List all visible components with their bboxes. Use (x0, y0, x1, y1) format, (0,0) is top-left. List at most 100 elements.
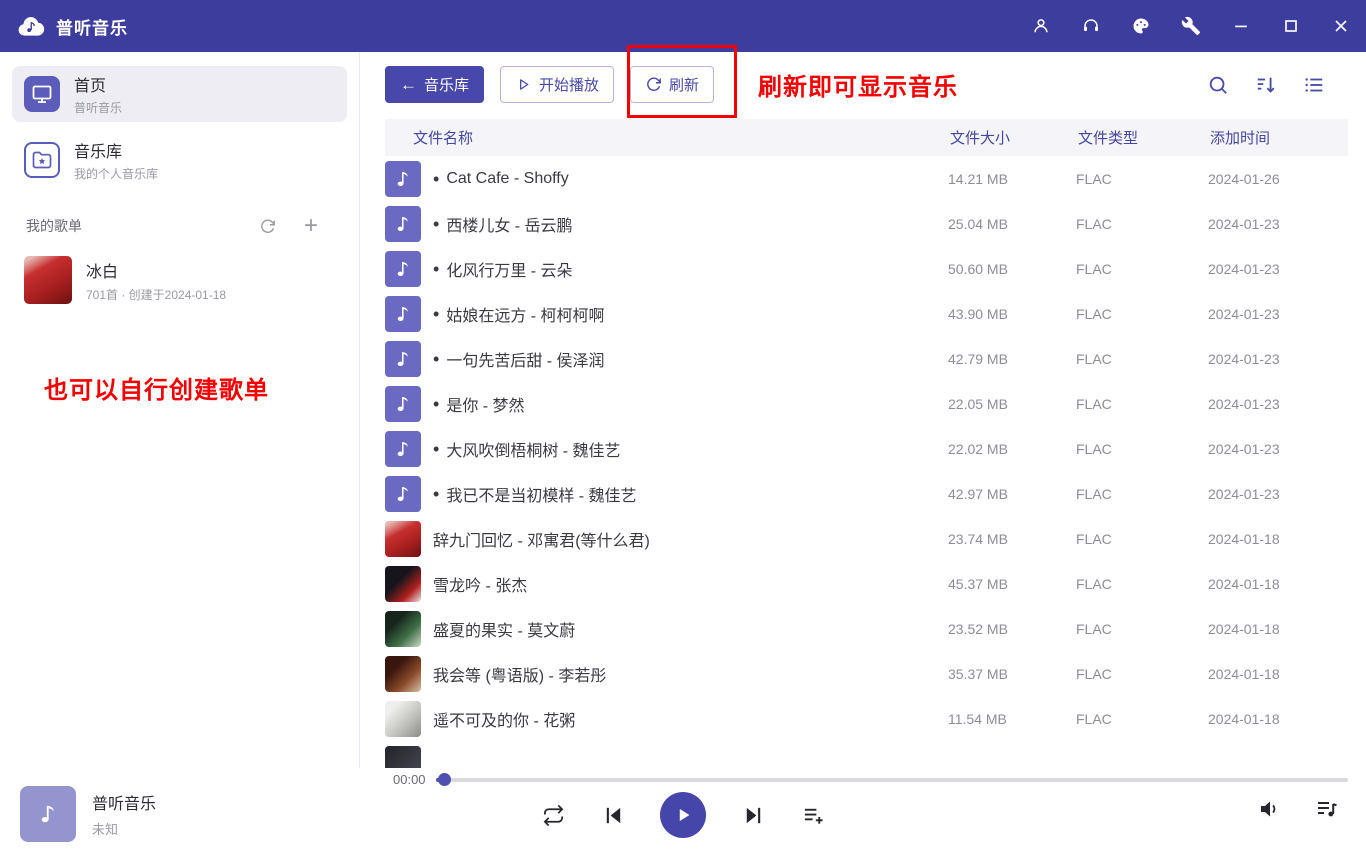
playlist-item-bingbai[interactable]: 冰白 701首 · 创建于2024-01-18 (12, 246, 347, 314)
maximize-button[interactable] (1280, 15, 1302, 37)
file-name: 遥不可及的你 - 花粥 (433, 707, 575, 731)
table-row[interactable]: • 是你 - 梦然 22.05 MB FLAC 2024-01-23 (360, 381, 1366, 426)
previous-track-icon[interactable] (600, 802, 626, 828)
table-row[interactable]: • 化风行万里 - 云朵 50.60 MB FLAC 2024-01-23 (360, 246, 1366, 291)
column-date-added[interactable]: 添加时间 (1210, 127, 1348, 148)
seek-bar[interactable] (436, 778, 1348, 782)
settings-wrench-icon[interactable] (1180, 15, 1202, 37)
file-name: 西楼儿女 - 岳云鹏 (446, 212, 572, 236)
file-size: 50.60 MB (948, 261, 1076, 277)
next-track-icon[interactable] (740, 802, 766, 828)
table-row[interactable]: • 西楼儿女 - 岳云鹏 25.04 MB FLAC 2024-01-23 (360, 201, 1366, 246)
back-button-label: 音乐库 (424, 74, 469, 95)
refresh-button[interactable]: 刷新 (630, 66, 714, 103)
file-size: 23.52 MB (948, 621, 1076, 637)
theme-palette-icon[interactable] (1130, 15, 1152, 37)
progress-row: 00:00 (393, 772, 1348, 787)
new-dot: • (433, 350, 439, 368)
new-dot: • (433, 215, 439, 233)
repeat-mode-icon[interactable] (540, 802, 566, 828)
refresh-playlists-icon[interactable] (257, 216, 277, 236)
refresh-icon (645, 76, 662, 93)
file-size: 45.37 MB (948, 576, 1076, 592)
cloud-music-logo-icon (14, 12, 48, 40)
file-art (385, 206, 421, 242)
seek-handle[interactable] (438, 773, 451, 786)
file-date: 2024-01-18 (1208, 531, 1366, 547)
play-queue-icon[interactable] (1314, 796, 1340, 822)
back-arrow-icon: ← (400, 76, 417, 93)
file-type: FLAC (1076, 261, 1208, 277)
file-art (385, 701, 421, 737)
file-table-body: • Cat Cafe - Shoffy 14.21 MB FLAC 2024-0… (360, 156, 1366, 768)
file-size: 22.02 MB (948, 441, 1076, 457)
file-name: 姑娘在远方 - 柯柯柯啊 (446, 302, 604, 326)
file-date: 2024-01-23 (1208, 396, 1366, 412)
nav-subtitle-home: 普听音乐 (74, 99, 122, 116)
minimize-button[interactable] (1230, 15, 1252, 37)
new-dot: • (433, 305, 439, 323)
annotation-refresh-hint: 刷新即可显示音乐 (758, 67, 958, 102)
music-note-icon (392, 303, 414, 325)
file-type: FLAC (1076, 441, 1208, 457)
table-row[interactable] (360, 741, 1366, 768)
file-name: 大风吹倒梧桐树 - 魏佳艺 (446, 437, 620, 461)
file-type: FLAC (1076, 486, 1208, 502)
view-list-icon[interactable] (1302, 73, 1326, 97)
file-name: 化风行万里 - 云朵 (446, 257, 572, 281)
table-row[interactable]: • Cat Cafe - Shoffy 14.21 MB FLAC 2024-0… (360, 156, 1366, 201)
table-row[interactable]: 我会等 (粤语版) - 李若彤 35.37 MB FLAC 2024-01-18 (360, 651, 1366, 696)
close-button[interactable] (1330, 15, 1352, 37)
sort-icon[interactable] (1254, 73, 1278, 97)
file-type: FLAC (1076, 621, 1208, 637)
playlist-cover-art (24, 256, 72, 304)
file-type: FLAC (1076, 396, 1208, 412)
nav-subtitle-library: 我的个人音乐库 (74, 165, 158, 182)
file-size: 42.79 MB (948, 351, 1076, 367)
table-row[interactable]: • 姑娘在远方 - 柯柯柯啊 43.90 MB FLAC 2024-01-23 (360, 291, 1366, 336)
file-size: 14.21 MB (948, 171, 1076, 187)
playlist-title: 冰白 (86, 258, 226, 282)
file-size: 11.54 MB (948, 711, 1076, 727)
add-to-playlist-icon[interactable] (800, 802, 826, 828)
file-art (385, 566, 421, 602)
titlebar-actions (1030, 15, 1352, 37)
file-name: 是你 - 梦然 (446, 392, 524, 416)
playback-controls (540, 792, 826, 838)
library-toolbar: ← 音乐库 开始播放 刷新 刷新即可显示音乐 (360, 66, 1366, 103)
search-icon[interactable] (1206, 73, 1230, 97)
table-row[interactable]: 雪龙吟 - 张杰 45.37 MB FLAC 2024-01-18 (360, 561, 1366, 606)
table-row[interactable]: • 一句先苦后甜 - 侯泽润 42.79 MB FLAC 2024-01-23 (360, 336, 1366, 381)
user-account-icon[interactable] (1030, 15, 1052, 37)
column-file-name[interactable]: 文件名称 (413, 127, 950, 148)
table-row[interactable]: 遥不可及的你 - 花粥 11.54 MB FLAC 2024-01-18 (360, 696, 1366, 741)
column-file-size[interactable]: 文件大小 (950, 127, 1078, 148)
column-file-type[interactable]: 文件类型 (1078, 127, 1210, 148)
list-tools (1206, 73, 1326, 97)
table-row[interactable]: • 大风吹倒梧桐树 - 魏佳艺 22.02 MB FLAC 2024-01-23 (360, 426, 1366, 471)
play-button[interactable] (660, 792, 706, 838)
music-note-icon (392, 213, 414, 235)
sidebar-item-home[interactable]: 首页 普听音乐 (12, 66, 347, 122)
playlist-subtitle: 701首 · 创建于2024-01-18 (86, 286, 226, 303)
volume-icon[interactable] (1256, 796, 1282, 822)
current-time: 00:00 (393, 772, 426, 787)
play-triangle-icon (672, 804, 694, 826)
file-art (385, 746, 421, 769)
sidebar-item-library[interactable]: 音乐库 我的个人音乐库 (12, 132, 347, 188)
table-row[interactable]: 盛夏的果实 - 莫文蔚 23.52 MB FLAC 2024-01-18 (360, 606, 1366, 651)
now-playing-info: 普听音乐 未知 (20, 786, 156, 842)
start-play-button[interactable]: 开始播放 (500, 66, 614, 103)
headset-support-icon[interactable] (1080, 15, 1102, 37)
file-date: 2024-01-26 (1208, 171, 1366, 187)
back-to-library-button[interactable]: ← 音乐库 (385, 66, 484, 103)
add-playlist-icon[interactable]: + (301, 216, 321, 236)
table-row[interactable]: • 我已不是当初模样 - 魏佳艺 42.97 MB FLAC 2024-01-2… (360, 471, 1366, 516)
file-name: 盛夏的果实 - 莫文蔚 (433, 617, 575, 641)
titlebar: 普听音乐 (0, 0, 1366, 52)
file-type: FLAC (1076, 576, 1208, 592)
music-note-icon (392, 393, 414, 415)
now-playing-art (20, 786, 76, 842)
table-row[interactable]: 辞九门回忆 - 邓寓君(等什么君) 23.74 MB FLAC 2024-01-… (360, 516, 1366, 561)
file-name: 我已不是当初模样 - 魏佳艺 (446, 482, 636, 506)
